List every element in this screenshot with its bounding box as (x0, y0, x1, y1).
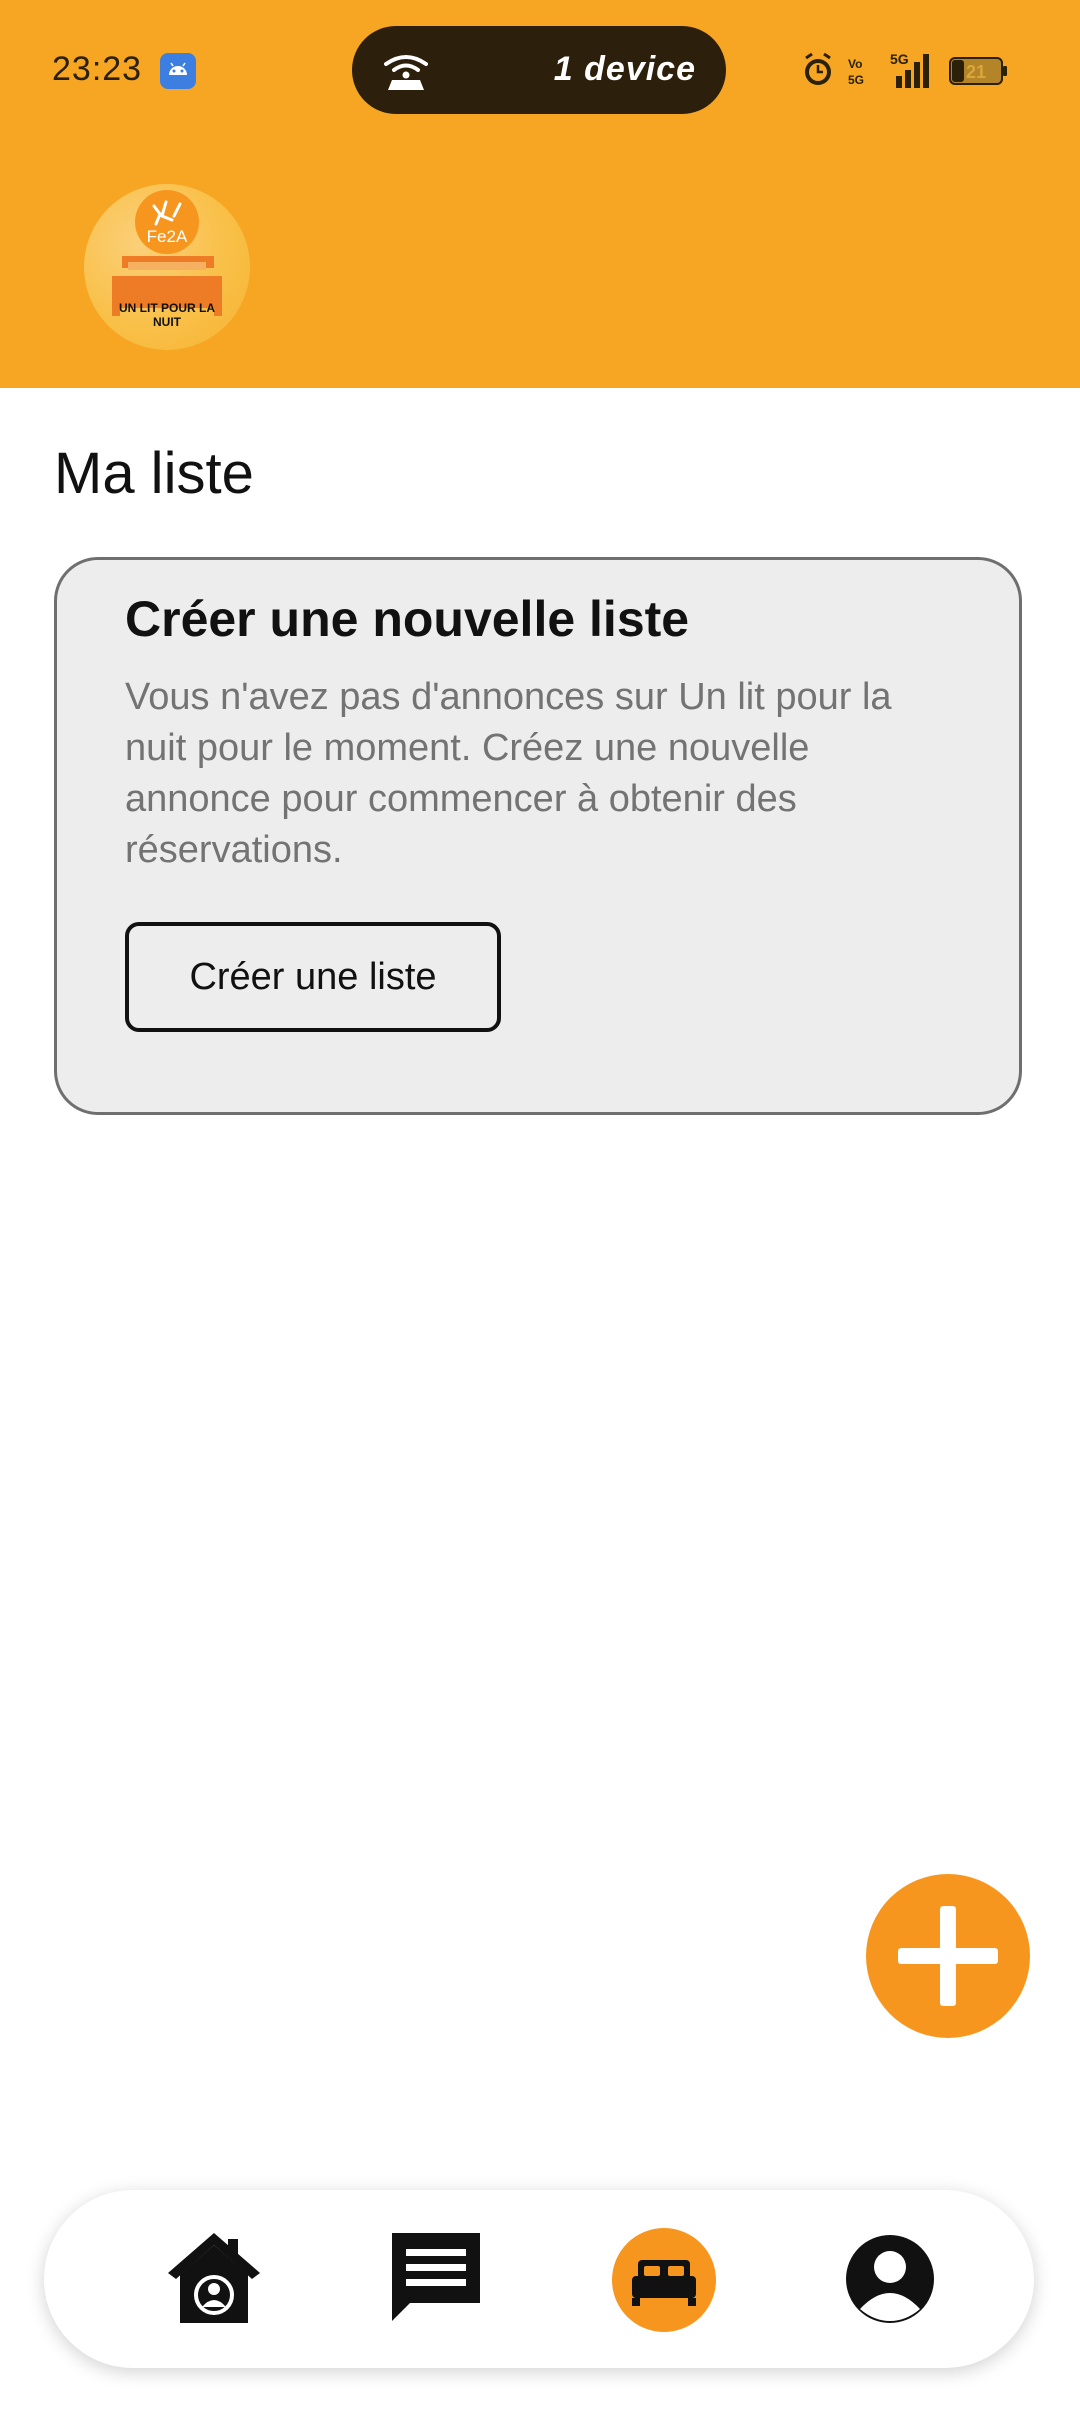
nav-item-listings[interactable] (594, 2190, 734, 2368)
active-tab-indicator (612, 2228, 716, 2332)
hotspot-pill[interactable]: 1 device (352, 26, 726, 114)
plus-icon (898, 1906, 998, 2006)
svg-text:21: 21 (966, 62, 986, 82)
alarm-icon (805, 52, 831, 85)
hotspot-icon (384, 55, 428, 90)
create-list-card: Créer une nouvelle liste Vous n'avez pas… (54, 557, 1022, 1115)
home-icon (168, 2233, 260, 2323)
logo-brand-text: Fe2A (147, 227, 188, 246)
profile-icon (846, 2235, 934, 2323)
status-icons: Vo 5G 5G 21 (805, 51, 1007, 88)
app-logo[interactable]: Fe2A UN LIT POUR LA NUIT (84, 184, 250, 350)
create-list-button[interactable]: Créer une liste (125, 922, 501, 1032)
add-listing-fab[interactable] (866, 1874, 1030, 2038)
page-title: Ma liste (54, 441, 254, 506)
logo-tagline-line2: NUIT (153, 315, 182, 329)
battery-icon: 21 (949, 57, 1007, 85)
bottom-nav (44, 2190, 1034, 2368)
svg-text:5G: 5G (848, 73, 864, 87)
android-notification-icon (160, 53, 196, 89)
nav-item-messages[interactable] (366, 2190, 506, 2368)
card-heading: Créer une nouvelle liste (125, 591, 690, 647)
bed-icon (632, 2260, 696, 2306)
logo-tagline-line1: UN LIT POUR LA (119, 301, 215, 315)
status-time: 23:23 (52, 50, 143, 88)
nav-item-profile[interactable] (820, 2190, 960, 2368)
nav-item-home[interactable] (144, 2190, 284, 2368)
hotspot-device-count: 1 device (553, 50, 696, 88)
card-description: Vous n'avez pas d'annonces sur Un lit po… (125, 676, 892, 871)
chat-icon (392, 2233, 480, 2321)
svg-text:Vo: Vo (848, 57, 862, 71)
app-header: 23:23 1 device Vo 5G 5G 21 Fe2A UN LIT P… (0, 0, 1080, 388)
svg-text:5G: 5G (890, 51, 909, 67)
